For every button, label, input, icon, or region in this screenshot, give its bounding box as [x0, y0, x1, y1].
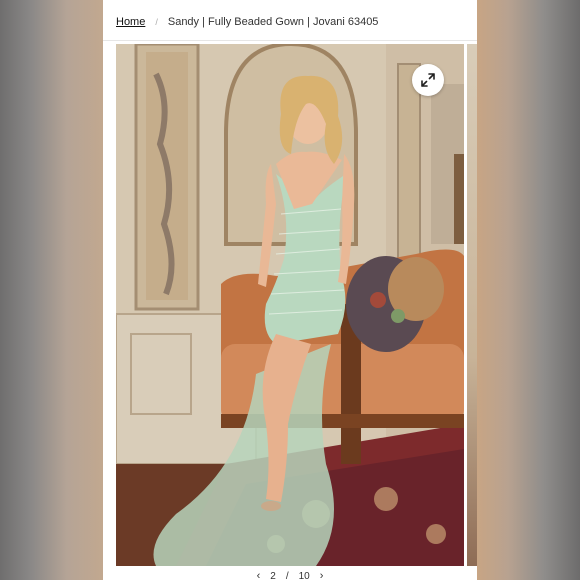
backdrop-right [477, 0, 580, 580]
product-photo-illustration [116, 44, 464, 566]
breadcrumb-home-link[interactable]: Home [116, 16, 145, 28]
next-image-peek[interactable] [467, 44, 477, 566]
pager-total: 10 [298, 570, 310, 580]
gallery-pager: ‹ 2 / 10 › [103, 570, 477, 580]
next-image-button[interactable]: › [320, 570, 324, 580]
pager-separator: / [285, 570, 289, 580]
product-image[interactable] [116, 44, 464, 566]
divider [103, 40, 477, 41]
backdrop-left [0, 0, 103, 580]
breadcrumb-separator: / [155, 17, 158, 27]
breadcrumb: Home / Sandy | Fully Beaded Gown | Jovan… [116, 13, 378, 31]
prev-image-button[interactable]: ‹ [257, 570, 261, 580]
breadcrumb-current: Sandy | Fully Beaded Gown | Jovani 63405 [167, 16, 379, 28]
product-panel: Home / Sandy | Fully Beaded Gown | Jovan… [103, 0, 477, 580]
expand-arrows-icon [421, 73, 435, 87]
pager-current: 2 [270, 570, 276, 580]
expand-image-button[interactable] [412, 64, 444, 96]
